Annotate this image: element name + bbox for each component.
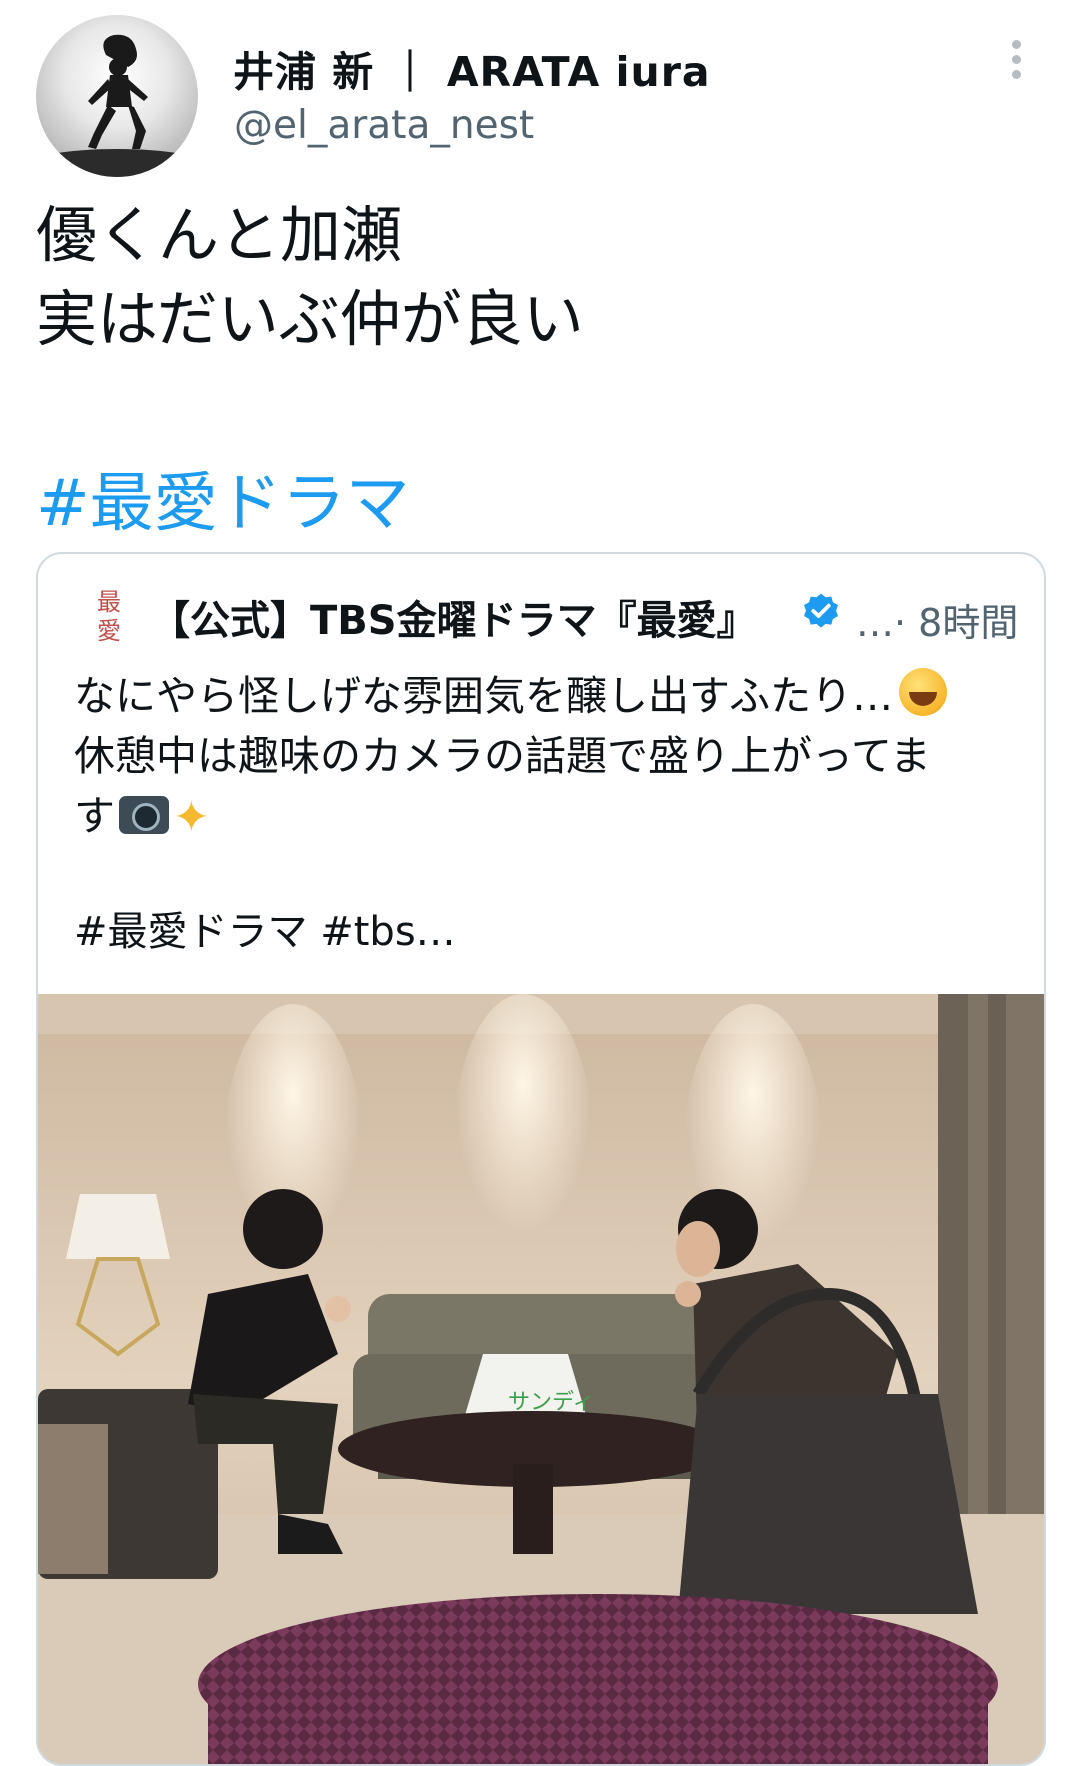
tweet-hashtag-link[interactable]: #最愛ドラマ <box>36 452 410 544</box>
quoted-tweet-photo[interactable]: サンディ <box>38 994 1044 1764</box>
quoted-text-line-3: す ✦ <box>74 786 210 848</box>
sparkles-emoji-icon: ✦ <box>173 792 210 843</box>
verified-badge-icon <box>804 593 838 628</box>
more-vertical-icon[interactable] <box>1004 40 1028 86</box>
avatar-figure-icon <box>36 34 198 177</box>
grinning-squinting-face-emoji-icon <box>899 668 948 716</box>
author-avatar[interactable] <box>36 15 198 177</box>
tweet-text-line-2: 実はだいぶ仲が良い <box>36 284 584 355</box>
tweet-text-line-1: 優くんと加瀬 <box>36 200 403 271</box>
quoted-author-avatar[interactable]: 最愛 <box>86 588 132 650</box>
camera-emoji-icon <box>119 796 169 834</box>
author-handle[interactable]: @el_arata_nest <box>234 103 534 148</box>
quoted-author-name[interactable]: 【公式】TBS金曜ドラマ『最愛』 <box>150 588 757 646</box>
quoted-text-line-1: なにやら怪しげな雰囲気を醸し出すふたり… <box>74 666 948 726</box>
quoted-avatar-logo-text: 最愛 <box>97 588 121 645</box>
quoted-text-line-2: 休憩中は趣味のカメラの話題で盛り上がってま <box>74 732 931 780</box>
quoted-text-line-3-text: す <box>74 792 115 840</box>
quoted-tweet-card[interactable]: 最愛 【公式】TBS金曜ドラマ『最愛』 …· 8時間 なにやら怪しげな雰囲気を醸… <box>36 552 1046 1766</box>
quoted-hashtags[interactable]: #最愛ドラマ #tbs… <box>74 902 456 962</box>
author-display-name[interactable]: 井浦 新 ｜ ARATA iura <box>233 38 711 98</box>
quoted-text-line-1-text: なにやら怪しげな雰囲気を醸し出すふたり… <box>74 672 894 720</box>
quoted-tweet-timestamp: …· 8時間 <box>856 601 1019 645</box>
